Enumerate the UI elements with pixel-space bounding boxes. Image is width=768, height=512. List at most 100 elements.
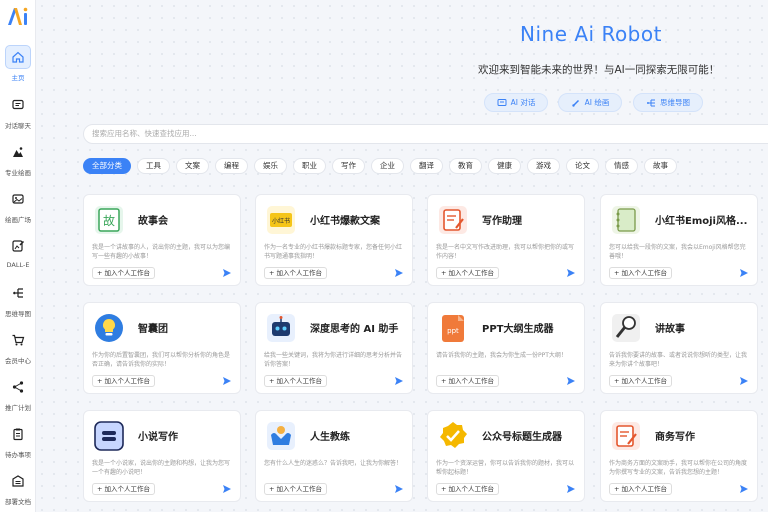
category-chip[interactable]: 翻译 xyxy=(410,158,443,174)
add-to-workspace-button[interactable]: + 加入个人工作台 xyxy=(609,483,673,495)
add-to-workspace-button[interactable]: + 加入个人工作台 xyxy=(436,375,500,387)
category-chip[interactable]: 职业 xyxy=(293,158,326,174)
send-icon[interactable] xyxy=(739,484,749,494)
send-icon[interactable] xyxy=(566,268,576,278)
sidebar-item-home[interactable]: 主页 xyxy=(0,45,36,85)
cart-icon xyxy=(5,328,31,352)
send-icon[interactable] xyxy=(394,484,404,494)
sidebar-item-todo[interactable]: 待办事项 xyxy=(0,422,36,462)
add-to-workspace-button[interactable]: + 加入个人工作台 xyxy=(436,267,500,279)
coach-icon xyxy=(264,419,298,453)
category-chip[interactable]: 写作 xyxy=(332,158,365,174)
plus-icon: + xyxy=(614,269,622,277)
send-icon[interactable] xyxy=(222,376,232,386)
sidebar-item-painting[interactable]: 专业绘画 xyxy=(0,140,36,180)
sidebar-item-label: DALL-E xyxy=(6,261,30,269)
app-card[interactable]: ppt PPT大纲生成器 请告诉我你的主题，我会为你生成一份PPT大纲！ + 加入个人… xyxy=(427,302,585,394)
category-chip[interactable]: 编程 xyxy=(215,158,248,174)
add-to-workspace-label: 加入个人工作台 xyxy=(276,485,323,493)
svg-text:ppt: ppt xyxy=(447,327,459,335)
send-icon[interactable] xyxy=(222,268,232,278)
app-card[interactable]: 智囊团作为你的后置智囊团，我们可以帮你分析你的角色是否正确，请告诉我你的实际！ +… xyxy=(83,302,241,394)
category-chip[interactable]: 故事 xyxy=(644,158,677,174)
app-card[interactable]: 人生教练 您有什么人生的迷惑么？告诉我吧，让我为你解答！ + 加入个人工作台 xyxy=(255,410,413,502)
gallery-icon xyxy=(5,187,31,211)
app-card[interactable]: 小说写作 我是一个小说家，说出你的主题和构想，让我为您写一个有趣的小说吧！ + 加入… xyxy=(83,410,241,502)
app-card[interactable]: 讲故事 告诉我你要讲的故事、或者说说你想听的类型，让我来为你讲个故事吧！ + 加入个… xyxy=(600,302,758,394)
home-icon xyxy=(5,45,31,69)
app-card[interactable]: 商务写作 作为商务方面的文案助手，我可以帮你在公司的角度为你撰写专业的文案，告诉我… xyxy=(600,410,758,502)
send-icon[interactable] xyxy=(222,484,232,494)
category-chip[interactable]: 娱乐 xyxy=(254,158,287,174)
category-chip[interactable]: 游戏 xyxy=(527,158,560,174)
send-icon[interactable] xyxy=(566,376,576,386)
category-chip[interactable]: 健康 xyxy=(488,158,521,174)
lightbulb-icon xyxy=(92,311,126,345)
send-icon[interactable] xyxy=(739,268,749,278)
sidebar-item-gallery[interactable]: 绘画广场 xyxy=(0,187,36,227)
send-icon[interactable] xyxy=(394,376,404,386)
add-to-workspace-button[interactable]: + 加入个人工作台 xyxy=(264,375,328,387)
page-subtitle: 欢迎来到智能未来的世界！与AI一同探索无限可能！ xyxy=(478,64,720,76)
chat-icon xyxy=(5,93,31,117)
app-card-description: 作为你的后置智囊团，我们可以帮你分析你的角色是否正确，请告诉我你的实际！ xyxy=(92,352,231,368)
ai-paint-button[interactable]: AI 绘画 xyxy=(558,93,622,112)
sidebar-item-referral[interactable]: 推广计划 xyxy=(0,375,36,415)
svg-text:小红书: 小红书 xyxy=(272,217,290,225)
send-icon[interactable] xyxy=(566,484,576,494)
add-to-workspace-button[interactable]: + 加入个人工作台 xyxy=(609,267,673,279)
ai-chat-button[interactable]: AI 对话 xyxy=(484,93,548,112)
sidebar-item-membership[interactable]: 会员中心 xyxy=(0,328,36,368)
business-writing-icon xyxy=(609,419,643,453)
app-logo[interactable] xyxy=(5,4,31,28)
app-card-description: 我是一名中文写作改进助理，我可以帮你把你的或写作内容！ xyxy=(436,244,575,260)
add-to-workspace-button[interactable]: + 加入个人工作台 xyxy=(264,483,328,495)
mindmap-icon xyxy=(647,99,655,106)
category-chip[interactable]: 情感 xyxy=(605,158,638,174)
add-to-workspace-label: 加入个人工作台 xyxy=(448,269,495,277)
send-icon[interactable] xyxy=(394,268,404,278)
add-to-workspace-button[interactable]: + 加入个人工作台 xyxy=(609,375,673,387)
app-card[interactable]: 公众号标题生成器 作为一个资深运营，你可以告诉我你的题材，我可以帮你起标题！ + 加… xyxy=(427,410,585,502)
ai-chat-label: AI 对话 xyxy=(510,98,536,107)
plus-icon: + xyxy=(97,485,105,493)
app-card-title: 故事会 xyxy=(138,216,168,227)
app-card[interactable]: 深度思考的 AI 助手 给我一些关键词，我将为你进行详细的思考分析并告诉你答案！ +… xyxy=(255,302,413,394)
category-chip[interactable]: 企业 xyxy=(371,158,404,174)
category-chip[interactable]: 论文 xyxy=(566,158,599,174)
story-book-icon: 故 xyxy=(92,203,126,237)
app-card-title: 智囊团 xyxy=(138,324,168,335)
app-card-title: PPT大纲生成器 xyxy=(482,324,554,335)
app-card-title: 深度思考的 AI 助手 xyxy=(310,324,399,335)
category-filter: 全部分类 工具 文案 编程 娱乐 职业 写作 企业 翻译 教育 健康 游戏 论文 情感 故事 xyxy=(83,158,677,174)
sidebar-item-label: 推广计划 xyxy=(5,404,31,412)
app-card[interactable]: 小红书Emoji风格... 您可以给我一段你的文案，我会以Emoji风格帮您完善哦… xyxy=(600,194,758,286)
category-chip[interactable]: 工具 xyxy=(137,158,170,174)
plus-icon: + xyxy=(269,485,277,493)
mindmap-button[interactable]: 思维导图 xyxy=(633,93,703,112)
add-to-workspace-label: 加入个人工作台 xyxy=(104,269,151,277)
app-card[interactable]: 写作助理 我是一名中文写作改进助理，我可以帮你把你的或写作内容！ + 加入个人工作台 xyxy=(427,194,585,286)
writing-icon xyxy=(436,203,470,237)
add-to-workspace-button[interactable]: + 加入个人工作台 xyxy=(264,267,328,279)
add-to-workspace-button[interactable]: + 加入个人工作台 xyxy=(92,483,156,495)
app-card-description: 您可以给我一段你的文案，我会以Emoji风格帮您完善哦！ xyxy=(609,244,746,260)
send-icon[interactable] xyxy=(739,376,749,386)
category-chip[interactable]: 教育 xyxy=(449,158,482,174)
app-card-description: 作为一名专业的小红书爆款标题专家，您备任何小红书写题通事我指明！ xyxy=(264,244,403,260)
category-chip[interactable]: 文案 xyxy=(176,158,209,174)
sidebar-item-dalle[interactable]: DALL-E xyxy=(0,234,36,274)
search-input[interactable]: 搜索应用名称、快速查找应用... xyxy=(83,124,768,144)
sidebar-item-docs[interactable]: 部署文档 xyxy=(0,469,36,509)
app-card[interactable]: 故 故事会 我是一个讲故事的人，说出你的主题，我可以为您编写一些有趣的小故事！ + 加… xyxy=(83,194,241,286)
add-to-workspace-button[interactable]: + 加入个人工作台 xyxy=(92,267,156,279)
add-to-workspace-button[interactable]: + 加入个人工作台 xyxy=(436,483,500,495)
app-card[interactable]: 小红书 小红书爆款文案 作为一名专业的小红书爆款标题专家，您备任何小红书写题通事我指… xyxy=(255,194,413,286)
sidebar-item-chat[interactable]: 对话聊天 xyxy=(0,93,36,133)
sidebar-item-label: 主页 xyxy=(11,74,25,82)
category-chip[interactable]: 全部分类 xyxy=(83,158,131,174)
sidebar-item-mindmap[interactable]: 思维导图 xyxy=(0,281,36,321)
plus-icon: + xyxy=(614,485,622,493)
app-card-title: 讲故事 xyxy=(655,324,685,335)
add-to-workspace-button[interactable]: + 加入个人工作台 xyxy=(92,375,156,387)
